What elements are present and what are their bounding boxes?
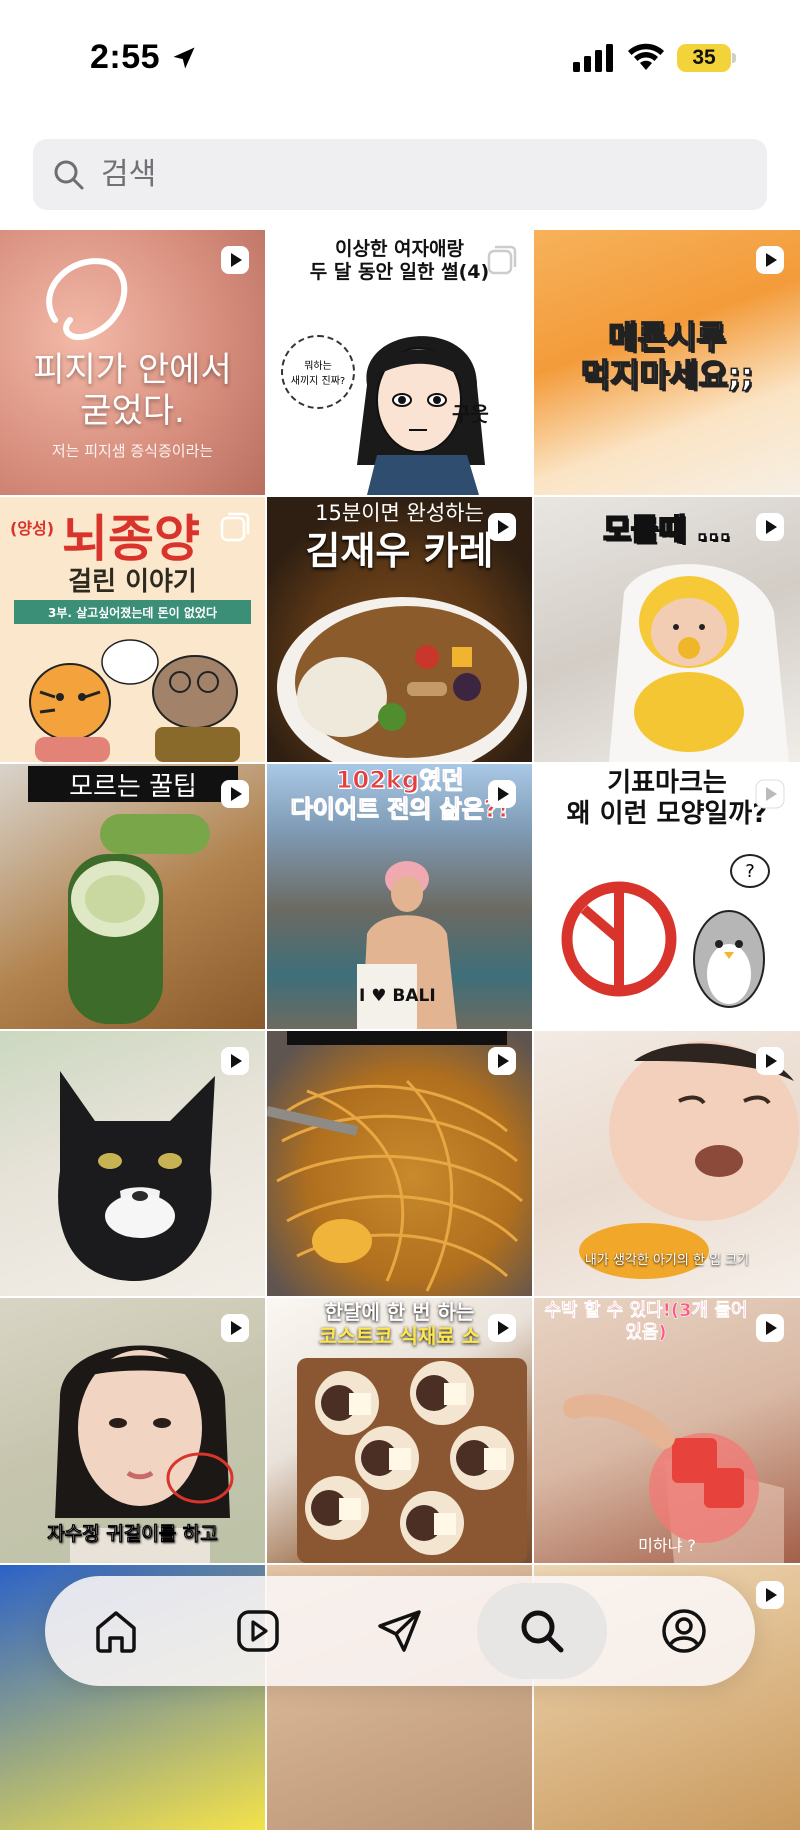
search-icon [54,160,84,189]
tile-subcaption: 저는 피지샘 증식증이라는 [51,442,214,460]
explore-post-pasta[interactable] [267,1031,532,1296]
tile-caption: 자수정 귀걸이를 하고 [47,1523,218,1545]
sound-effect-text: 구웃 [452,402,489,426]
explore-post-brain-tumor[interactable]: (양성) 뇌종양 걸린 이야기 3부. 살고싶어졌는데 돈이 없었다 [0,497,265,762]
tile-banner: 3부. 살고싶어졌는데 돈이 없었다 [14,600,251,624]
reel-icon [756,1047,784,1075]
tile-caption: 피지가 안에서 굳었다. [33,350,232,431]
question-bubble: ? [730,854,770,888]
carousel-icon [487,245,517,275]
reel-icon [756,1581,784,1609]
sweet-potato-illustration [579,1223,709,1279]
baby-illustration [609,564,789,762]
reel-icon [221,1047,249,1075]
circle-annotation [46,258,128,341]
search-bar[interactable] [33,139,767,210]
curry-rice-illustration [277,597,527,762]
battery-cap [732,53,736,63]
nav-home[interactable] [51,1583,181,1679]
reel-icon [755,779,785,809]
battery-indicator: 35 [677,44,731,72]
explore-post-bali-diet[interactable]: 102kg였던 다이어트 전의 삶은?! I ♥ BALI [267,764,532,1029]
pasta-illustration [267,1079,524,1292]
reel-icon [488,780,516,808]
profile-icon [662,1609,706,1653]
search-icon [521,1610,564,1653]
status-time: 2:55 [90,38,161,76]
tile-caption: 모르는 꿀팁 [28,766,238,802]
reels-icon [237,1610,279,1652]
explore-post-baby-bite[interactable]: 내가 생각한 아기의 한 입 크기 [534,1031,800,1296]
reel-icon [756,246,784,274]
tile-subcaption: 미하냐 ? [638,1536,696,1555]
carousel-icon [220,512,250,542]
explore-post-baby-bunny[interactable]: 모를때 ... [534,497,800,762]
reel-icon [488,1047,516,1075]
battery-level: 35 [692,46,716,69]
location-arrow-icon [173,47,195,69]
cellular-signal-icon [573,44,613,72]
cucumber-illustration [68,814,210,1024]
explore-post-comic[interactable]: 이상한 여자애랑 두 달 동안 일한 썰(4) 뭐하는 새끼지 진짜? 구웃 [267,230,532,495]
explore-post-watermelon[interactable]: 수박 할 수 있다!(3개 들어있음) 미하냐 ? [534,1298,800,1563]
tile-caption: 내가 생각한 아기의 한 입 크기 [584,1253,750,1268]
status-bar: 2:55 35 [0,0,800,120]
watermelon-illustration [563,1394,784,1563]
wifi-icon [628,43,664,70]
tortilla-illustration [297,1358,527,1563]
explore-post-acne[interactable]: 피지가 안에서 굳었다. 저는 피지샘 증식증이라는 [0,230,265,495]
nav-reels[interactable] [193,1583,323,1679]
reel-icon [221,1314,249,1342]
home-icon [96,1611,136,1653]
cat-illustration [58,1071,215,1281]
nav-messages[interactable] [335,1583,465,1679]
speech-bubble: 뭐하는 새끼지 진짜? [281,335,355,409]
nav-search[interactable] [477,1583,607,1679]
reel-icon [756,1314,784,1342]
reel-icon [221,246,249,274]
reel-icon [488,513,516,541]
tiger-hippo-illustration [29,639,240,762]
nav-profile[interactable] [619,1583,749,1679]
search-input[interactable] [99,156,703,193]
reel-icon [221,780,249,808]
reel-icon [756,513,784,541]
explore-post-melon-cake[interactable]: 메론시루 먹지마세요;; [534,230,800,495]
bag-text: I ♥ BALI [359,986,436,1006]
tile-tag: (양성) [10,519,55,538]
caption-strip [287,1031,507,1045]
explore-post-costco-tortilla[interactable]: 한달에 한 번 하는 코스트코 식재료 소 [267,1298,532,1563]
tile-subcaption: 걸린 이야기 [68,567,197,597]
explore-post-cat[interactable] [0,1031,265,1296]
send-icon [378,1610,421,1652]
tile-caption: 메론시루 먹지마세요;; [580,317,754,395]
explore-post-cucumber-tip[interactable]: 모르는 꿀팁 [0,764,265,1029]
explore-post-amethyst-earring[interactable]: 자수정 귀걸이를 하고 [0,1298,265,1563]
comic-woman-illustration [357,336,485,495]
explore-post-curry[interactable]: 15분이면 완성하는 김재우 카레 [267,497,532,762]
explore-post-vote-mark[interactable]: 기표마크는 왜 이런 모양일까? ? [534,764,800,1029]
bottom-nav [45,1576,755,1686]
reel-icon [488,1314,516,1342]
